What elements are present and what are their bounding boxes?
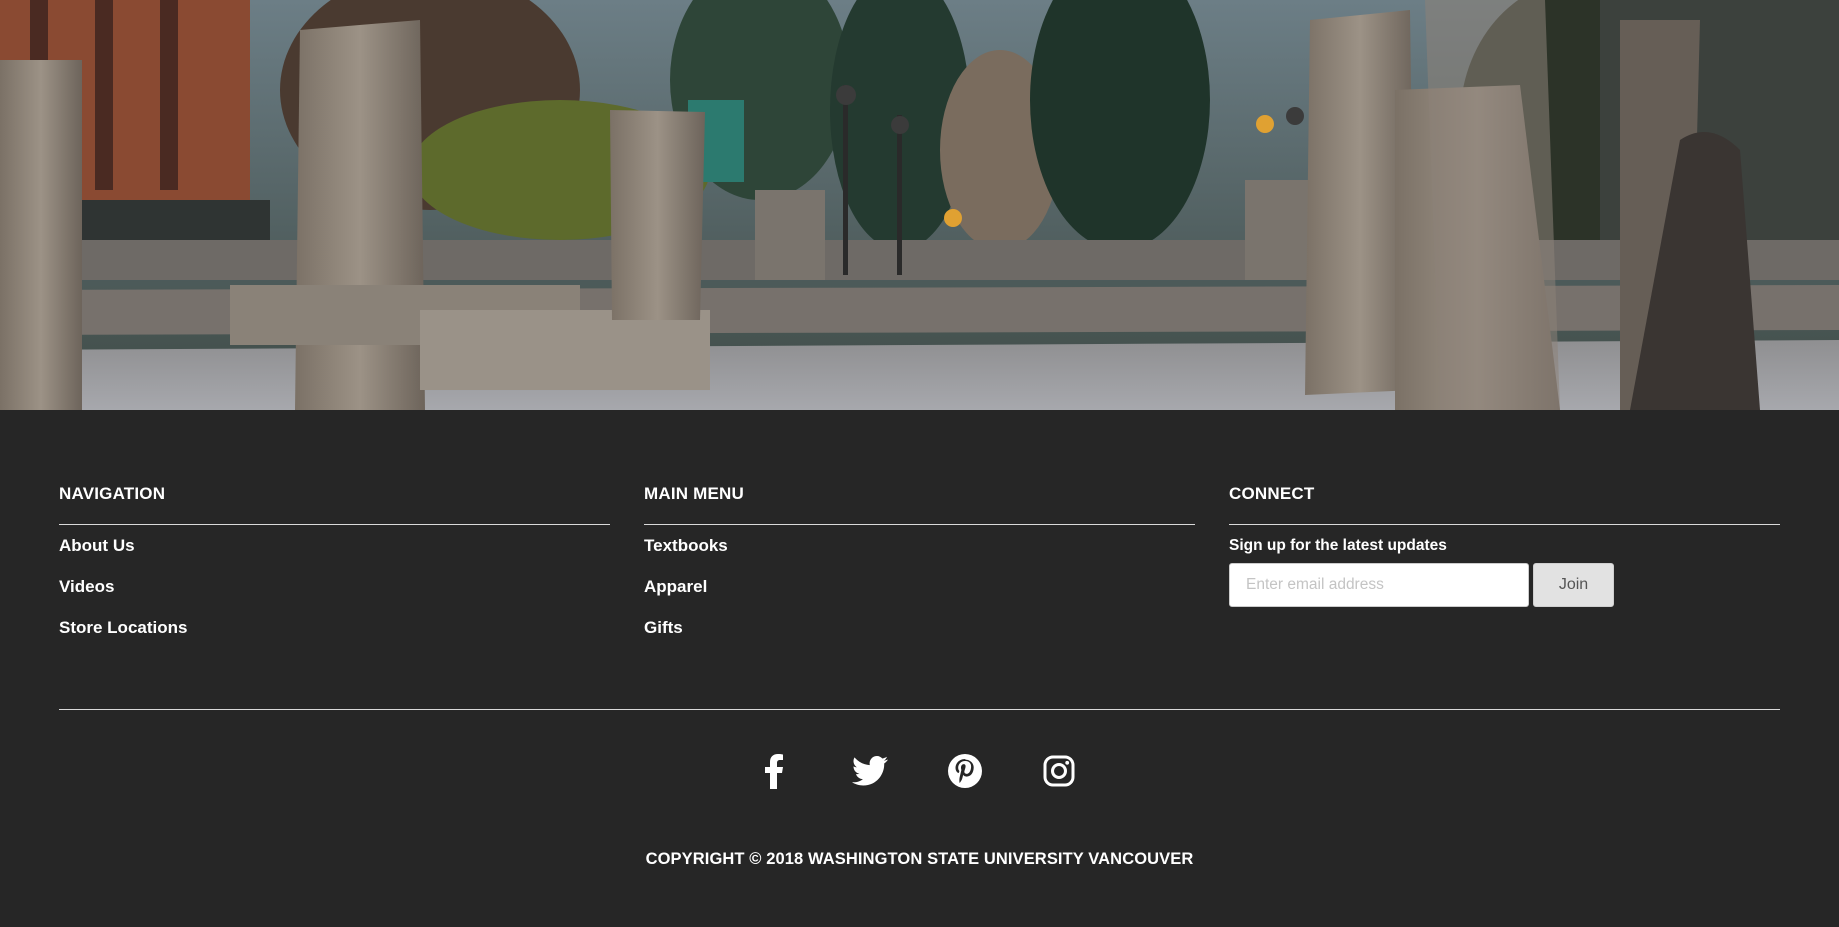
list-item: About Us — [59, 536, 610, 565]
navigation-heading: NAVIGATION — [59, 484, 610, 525]
store-locations-link[interactable]: Store Locations — [59, 618, 187, 637]
newsletter-form: Join — [1229, 563, 1780, 607]
navigation-list: About Us Videos Store Locations — [59, 536, 610, 647]
pinterest-icon[interactable] — [937, 743, 993, 799]
list-item: Gifts — [644, 618, 1195, 647]
main-menu-column: MAIN MENU Textbooks Apparel Gifts — [644, 484, 1195, 647]
email-field[interactable] — [1229, 563, 1529, 607]
gifts-link[interactable]: Gifts — [644, 618, 683, 637]
list-item: Apparel — [644, 577, 1195, 606]
videos-link[interactable]: Videos — [59, 577, 114, 596]
about-us-link[interactable]: About Us — [59, 536, 135, 555]
textbooks-link[interactable]: Textbooks — [644, 536, 728, 555]
connect-column: CONNECT Sign up for the latest updates J… — [1229, 484, 1780, 607]
apparel-link[interactable]: Apparel — [644, 577, 707, 596]
footer-divider — [59, 709, 1780, 710]
twitter-icon[interactable] — [842, 743, 898, 799]
list-item: Textbooks — [644, 536, 1195, 565]
copyright-text: COPYRIGHT © 2018 WASHINGTON STATE UNIVER… — [645, 850, 1194, 868]
connect-heading: CONNECT — [1229, 484, 1780, 525]
join-button[interactable]: Join — [1533, 563, 1614, 607]
main-menu-list: Textbooks Apparel Gifts — [644, 536, 1195, 647]
facebook-icon[interactable] — [746, 743, 802, 799]
navigation-column: NAVIGATION About Us Videos Store Locatio… — [59, 484, 610, 647]
list-item: Videos — [59, 577, 610, 606]
main-menu-heading: MAIN MENU — [644, 484, 1195, 525]
instagram-icon[interactable] — [1031, 743, 1087, 799]
hero-image — [0, 0, 1839, 410]
social-links — [0, 743, 1839, 799]
site-footer: NAVIGATION About Us Videos Store Locatio… — [0, 410, 1839, 927]
list-item: Store Locations — [59, 618, 610, 647]
signup-text: Sign up for the latest updates — [1229, 537, 1447, 554]
campus-photo — [0, 0, 1839, 410]
